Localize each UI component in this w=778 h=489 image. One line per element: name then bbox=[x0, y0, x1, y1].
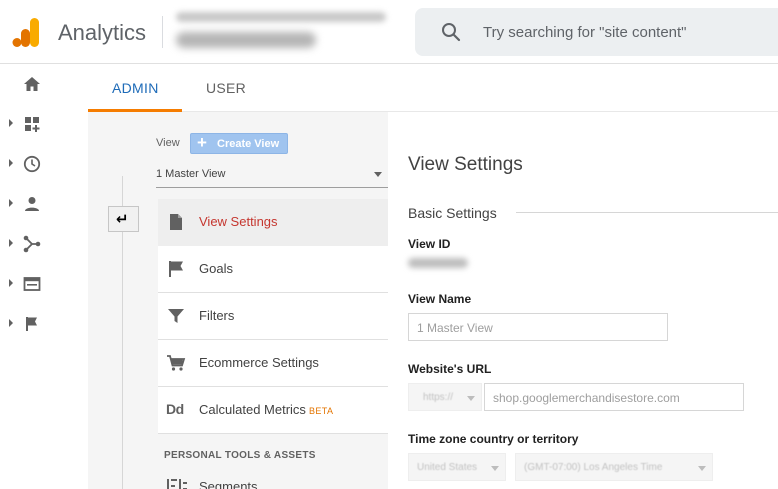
menu-item-goals[interactable]: Goals bbox=[158, 246, 388, 293]
flag-icon bbox=[26, 317, 37, 331]
website-url-value: shop.googlemerchandisestore.com bbox=[493, 391, 680, 405]
plus-icon: + bbox=[197, 133, 207, 152]
view-settings-panel: View Settings Basic Settings View ID Vie… bbox=[388, 112, 778, 489]
nav-conversions[interactable] bbox=[0, 304, 88, 344]
menu-item-label: Calculated Metrics BETA bbox=[199, 402, 334, 417]
account-selector[interactable] bbox=[176, 10, 396, 54]
menu-item-label: Filters bbox=[199, 308, 235, 323]
back-button[interactable]: ↵ bbox=[108, 206, 139, 232]
expand-caret-icon bbox=[9, 119, 13, 127]
view-selector-dropdown[interactable]: 1 Master View bbox=[156, 164, 388, 188]
timezone-value: (GMT-07:00) Los Angeles Time bbox=[524, 462, 663, 473]
nav-customization[interactable] bbox=[0, 104, 88, 144]
dd-icon: Dd bbox=[166, 401, 184, 417]
home-icon bbox=[24, 77, 40, 91]
view-name-redacted bbox=[176, 32, 316, 48]
acquisition-fork-icon bbox=[23, 235, 41, 253]
menu-item-label: View Settings bbox=[199, 214, 278, 229]
create-view-button[interactable]: + Create View bbox=[190, 133, 288, 154]
left-nav bbox=[0, 64, 88, 489]
search-placeholder: Try searching for "site content" bbox=[483, 24, 687, 41]
nav-behavior[interactable] bbox=[0, 264, 88, 304]
document-icon bbox=[170, 214, 182, 230]
header-divider bbox=[162, 16, 163, 48]
dashboard-add-icon bbox=[25, 117, 40, 132]
section-divider bbox=[516, 212, 778, 213]
protocol-value: https:// bbox=[423, 392, 454, 403]
view-id-label: View ID bbox=[408, 237, 451, 251]
expand-caret-icon bbox=[9, 279, 13, 287]
view-column-label: View bbox=[156, 137, 180, 149]
chevron-down-icon bbox=[491, 466, 499, 471]
website-url-input[interactable]: shop.googlemerchandisestore.com bbox=[484, 383, 744, 411]
nav-realtime[interactable] bbox=[0, 144, 88, 184]
timezone-label: Time zone country or territory bbox=[408, 432, 579, 446]
menu-item-view-settings[interactable]: View Settings bbox=[158, 199, 388, 246]
brand-name: Analytics bbox=[58, 20, 147, 45]
person-icon bbox=[25, 197, 39, 211]
view-id-value-redacted bbox=[408, 258, 468, 268]
view-name-input[interactable]: 1 Master View bbox=[408, 313, 668, 341]
admin-content: ADMIN USER View + Create View 1 Master V… bbox=[88, 64, 778, 489]
menu-item-label: Ecommerce Settings bbox=[199, 355, 319, 370]
top-header: Analytics Try searching for "site conten… bbox=[0, 0, 778, 64]
flag-icon bbox=[169, 261, 183, 277]
page-title: View Settings bbox=[408, 154, 523, 175]
create-view-label: Create View bbox=[217, 138, 280, 150]
nav-home[interactable] bbox=[0, 64, 88, 104]
arrow-left-icon: ↵ bbox=[116, 211, 129, 228]
expand-caret-icon bbox=[9, 199, 13, 207]
clock-icon bbox=[23, 155, 41, 173]
expand-caret-icon bbox=[9, 239, 13, 247]
nav-audience[interactable] bbox=[0, 184, 88, 224]
menu-item-label: Goals bbox=[199, 261, 233, 276]
selected-view: 1 Master View bbox=[156, 168, 226, 180]
browser-window-icon bbox=[23, 277, 41, 291]
view-name-label: View Name bbox=[408, 292, 472, 306]
menu-item-calculated-metrics[interactable]: Dd Calculated Metrics BETA bbox=[158, 387, 388, 434]
search-bar[interactable]: Try searching for "site content" bbox=[415, 8, 778, 56]
nav-acquisition[interactable] bbox=[0, 224, 88, 264]
menu-item-filters[interactable]: Filters bbox=[158, 293, 388, 340]
segments-label: Segments bbox=[199, 479, 258, 489]
funnel-icon bbox=[168, 309, 184, 323]
chevron-down-icon bbox=[374, 172, 382, 177]
expand-caret-icon bbox=[9, 159, 13, 167]
timezone-select[interactable]: (GMT-07:00) Los Angeles Time bbox=[515, 453, 713, 481]
personal-tools-header: PERSONAL TOOLS & ASSETS bbox=[164, 450, 316, 461]
protocol-select[interactable]: https:// bbox=[408, 383, 482, 411]
admin-tabs: ADMIN USER bbox=[88, 64, 778, 112]
cart-icon bbox=[167, 355, 186, 371]
country-value: United States bbox=[417, 462, 478, 473]
tab-admin[interactable]: ADMIN bbox=[112, 80, 159, 96]
view-name-value: 1 Master View bbox=[417, 321, 493, 335]
analytics-logo-icon[interactable] bbox=[12, 16, 40, 48]
beta-badge: BETA bbox=[308, 406, 334, 416]
chevron-down-icon bbox=[467, 396, 475, 401]
menu-item-ecommerce-settings[interactable]: Ecommerce Settings bbox=[158, 340, 388, 387]
website-url-label: Website's URL bbox=[408, 362, 492, 376]
menu-item-segments[interactable]: Segments bbox=[166, 476, 366, 489]
tab-user[interactable]: USER bbox=[206, 80, 246, 96]
chevron-down-icon bbox=[698, 466, 706, 471]
search-icon bbox=[442, 23, 461, 42]
segments-icon bbox=[167, 479, 187, 489]
account-name-redacted bbox=[176, 12, 386, 22]
expand-caret-icon bbox=[9, 319, 13, 327]
basic-settings-header: Basic Settings bbox=[408, 205, 507, 221]
country-select[interactable]: United States bbox=[408, 453, 506, 481]
